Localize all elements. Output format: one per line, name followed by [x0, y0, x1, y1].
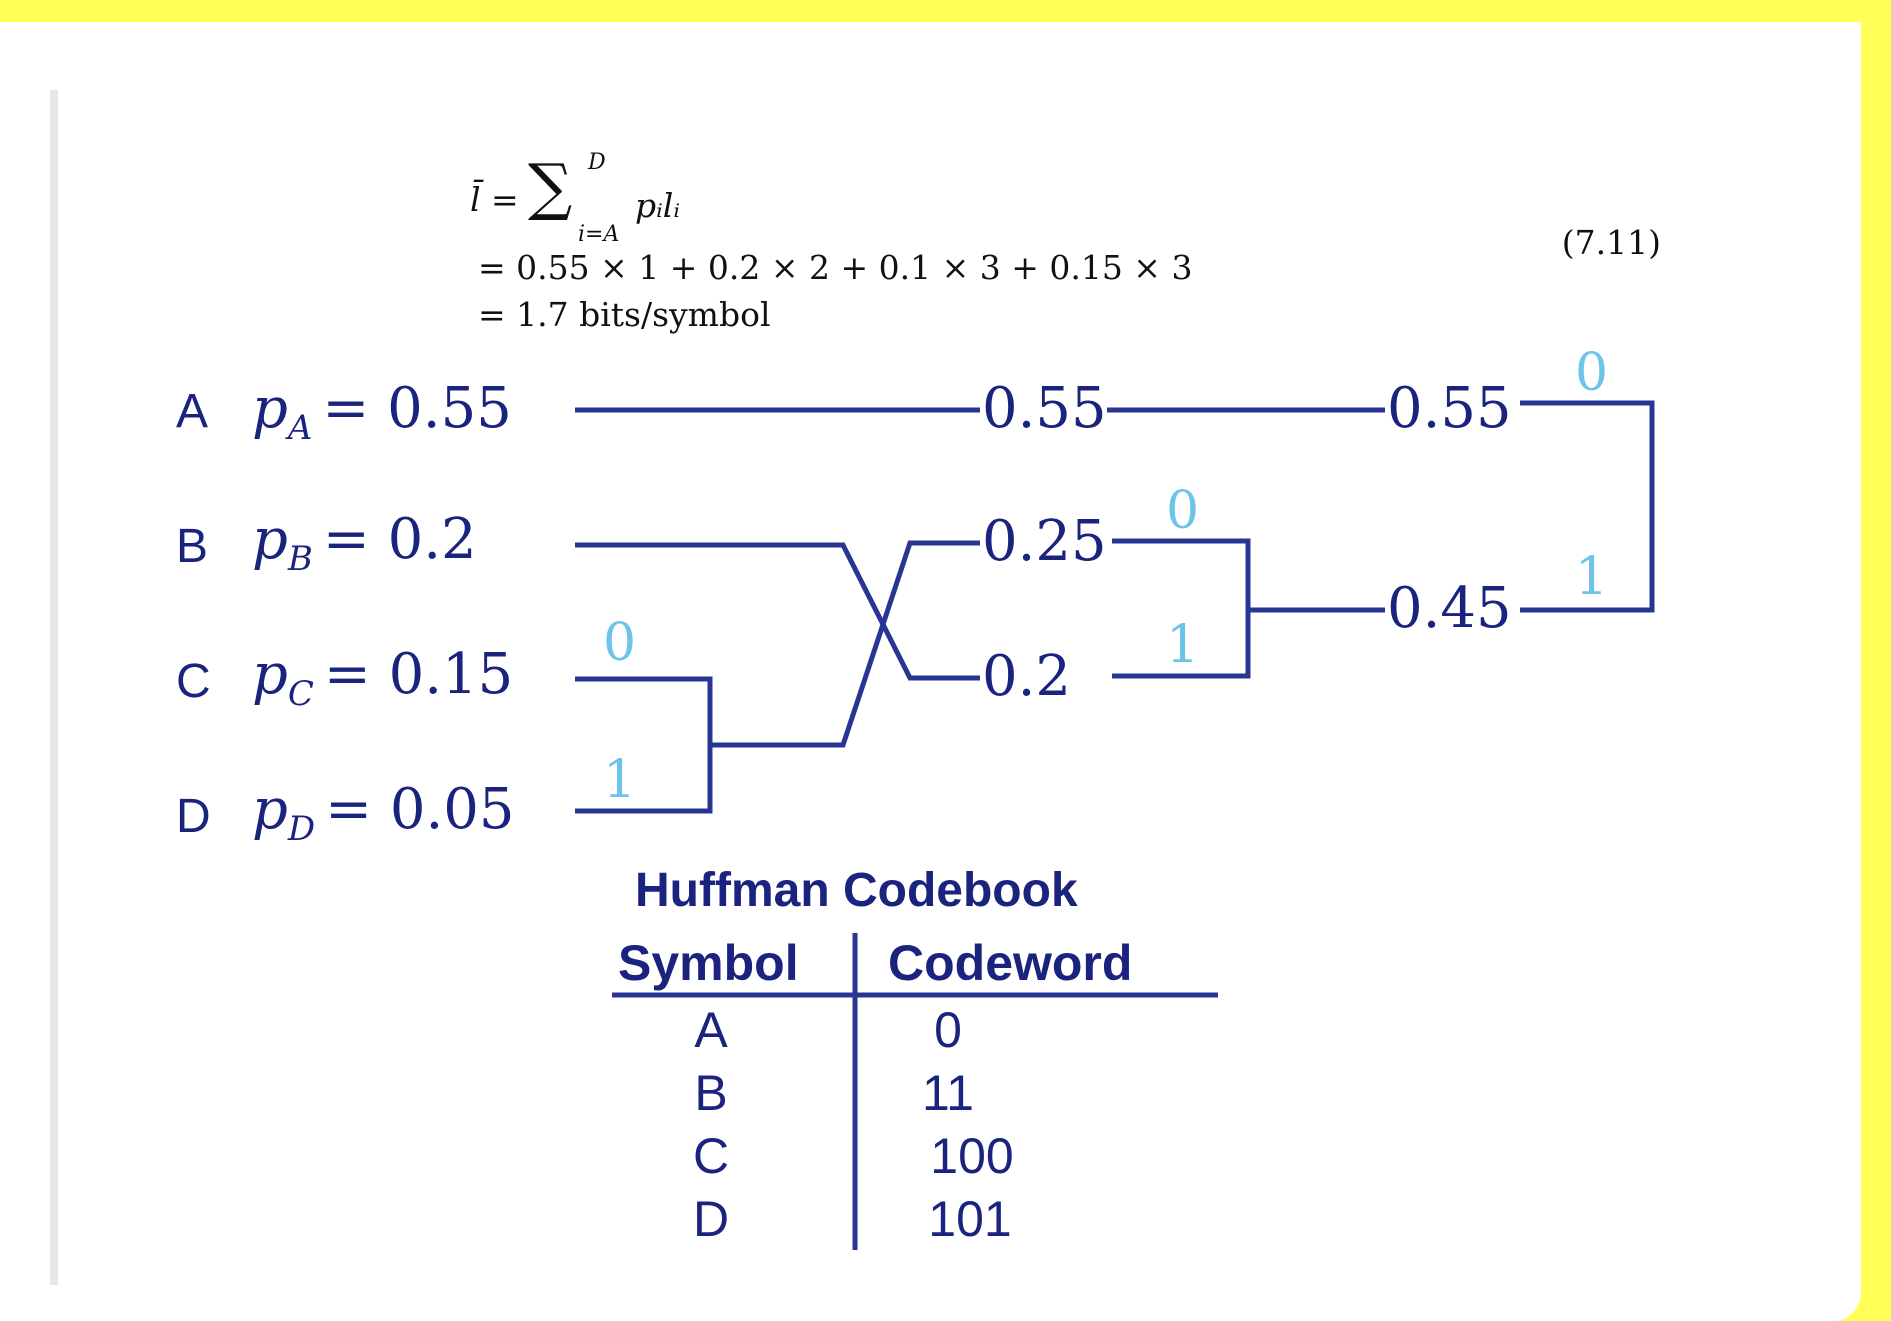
wire-cd-merge	[575, 676, 713, 814]
symbol-letter-b: B	[176, 520, 208, 573]
codebook-row-symbol: A	[694, 1002, 728, 1058]
bit-label-d: 1	[603, 750, 636, 810]
codebook-row-code: 11	[922, 1065, 974, 1121]
codebook-title: Huffman Codebook	[635, 864, 1078, 917]
node-stage1-a: 0.55	[982, 376, 1107, 441]
node-stage1-b: 0.2	[982, 644, 1071, 709]
codebook-row-code: 0	[934, 1002, 962, 1058]
codebook-row-code: 101	[928, 1191, 1011, 1247]
codebook-row-symbol: C	[693, 1128, 729, 1184]
bit-label-b: 1	[1166, 615, 1199, 675]
codebook-row-symbol: D	[693, 1191, 729, 1247]
codebook-header-codeword: Codeword	[888, 935, 1132, 991]
symbol-letter-c: C	[176, 655, 211, 708]
prob-label-d: pD = 0.05	[252, 777, 515, 849]
prob-label-a: pA = 0.55	[252, 376, 512, 448]
codebook-row-code: 100	[930, 1128, 1013, 1184]
symbol-letter-a: A	[176, 385, 208, 438]
codebook-header-symbol: Symbol	[618, 935, 799, 991]
prob-label-c: pC = 0.15	[252, 642, 513, 714]
bit-label-bcd: 1	[1575, 547, 1608, 607]
prob-label-b: pB = 0.2	[252, 507, 477, 579]
node-stage1-cd: 0.25	[982, 509, 1107, 574]
bit-label-cd: 0	[1166, 481, 1199, 541]
bit-label-c: 0	[603, 613, 636, 673]
codebook-row-symbol: B	[694, 1065, 727, 1121]
symbol-letter-d: D	[176, 790, 211, 843]
wire-cd-cross	[710, 540, 980, 748]
bit-label-a: 0	[1575, 343, 1608, 403]
node-stage2-bcd: 0.45	[1387, 576, 1512, 641]
huffman-tree-diagram: A B C D pA = 0.55 pB = 0.2 pC = 0.15 pD = 0.…	[176, 343, 1655, 1250]
node-stage2-a: 0.55	[1387, 376, 1512, 441]
